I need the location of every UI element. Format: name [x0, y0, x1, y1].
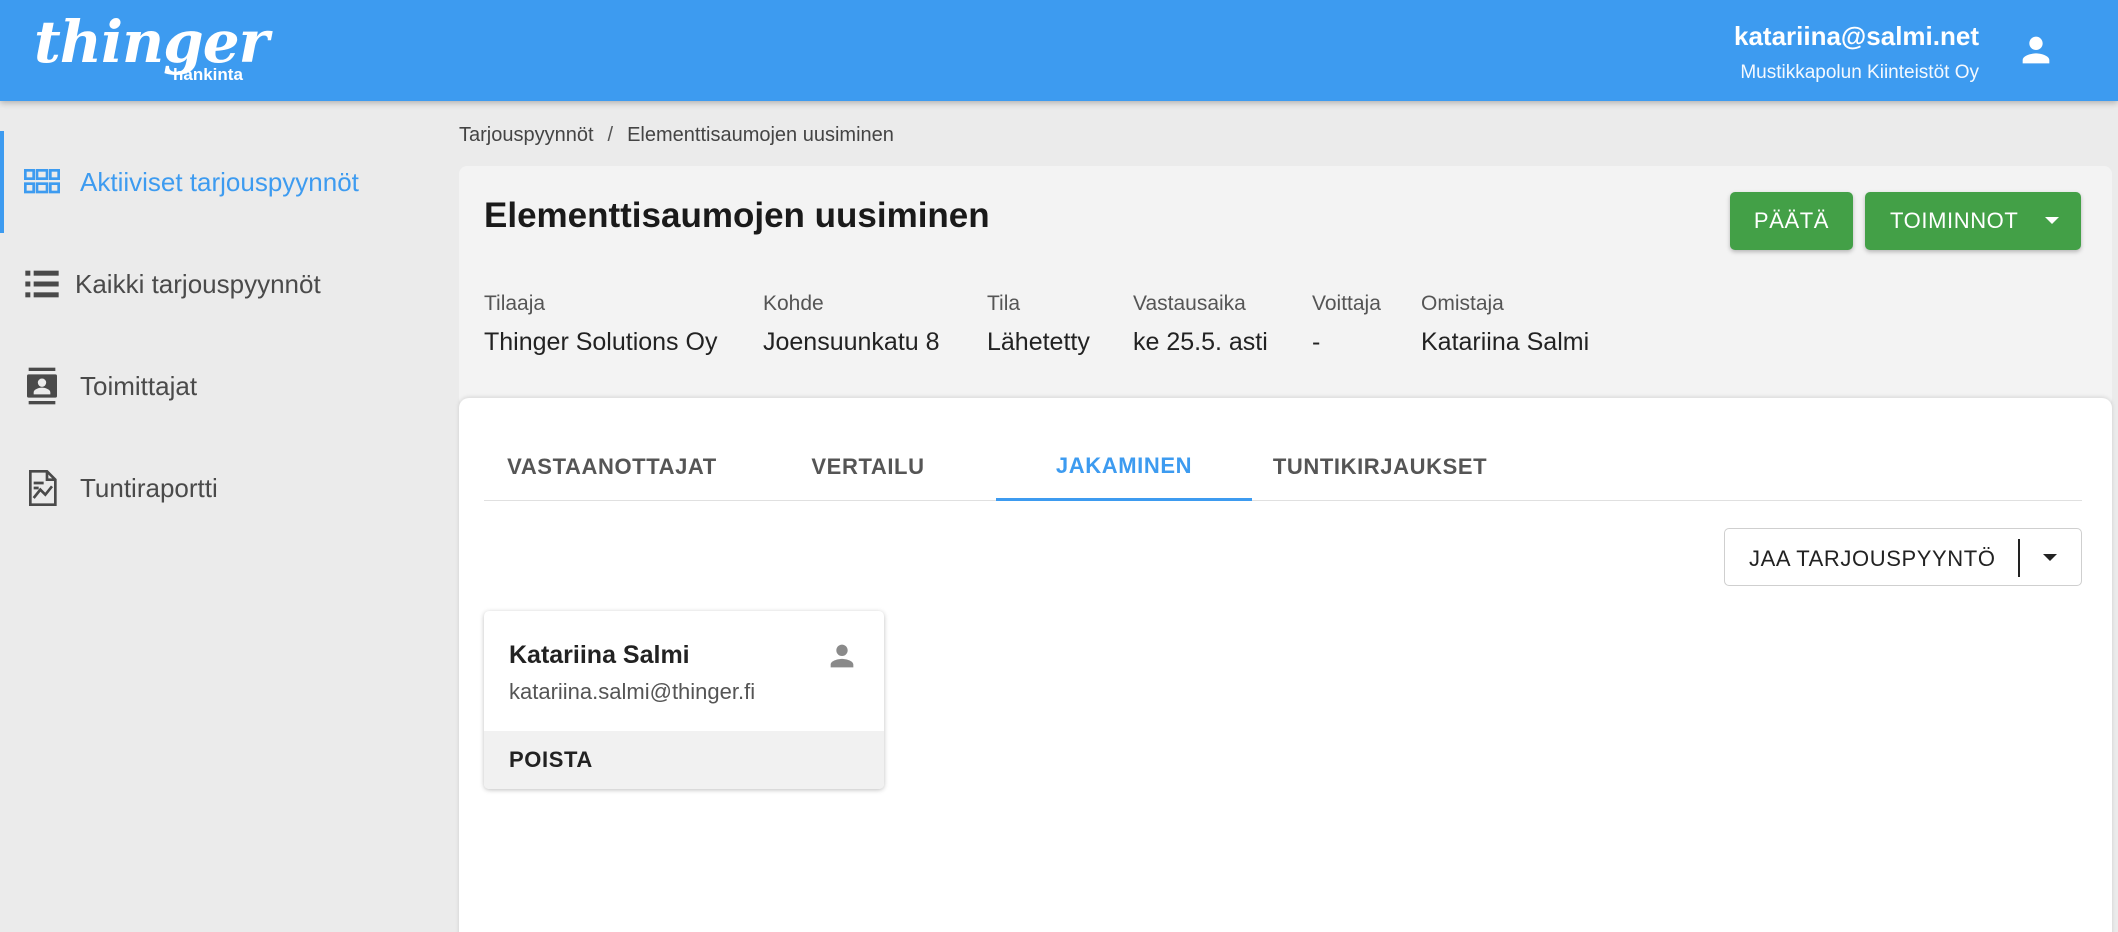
- share-request-button[interactable]: JAA TARJOUSPYYNTÖ: [1749, 546, 1996, 572]
- meta-value: Katariina Salmi: [1421, 328, 1590, 356]
- page-title: Elementtisaumojen uusiminen: [484, 196, 990, 235]
- caret-down-icon[interactable]: [2043, 554, 2057, 561]
- user-organization: Mustikkapolun Kiinteistöt Oy: [1740, 62, 1979, 83]
- tab-hour-entries[interactable]: TUNTIKIRJAUKSET: [1252, 433, 1508, 501]
- sidebar-item-active-requests[interactable]: Aktiiviset tarjouspyynnöt: [0, 131, 440, 233]
- app-header: thinger hankinta katariina@salmi.net Mus…: [0, 0, 2118, 101]
- contacts-icon: [27, 367, 57, 405]
- meta-winner: Voittaja -: [1312, 292, 1381, 357]
- meta-label: Omistaja: [1421, 292, 1504, 315]
- request-summary-card: Elementtisaumojen uusiminen PÄÄTÄ TOIMIN…: [459, 166, 2112, 406]
- tab-panel: VASTAANOTTAJAT VERTAILU JAKAMINEN TUNTIK…: [459, 398, 2112, 932]
- decide-button[interactable]: PÄÄTÄ: [1730, 192, 1853, 250]
- remove-user-button[interactable]: POISTA: [484, 731, 884, 789]
- tab-label: JAKAMINEN: [1055, 452, 1193, 478]
- tab-sharing[interactable]: JAKAMINEN: [996, 433, 1252, 501]
- actions-dropdown-button[interactable]: TOIMINNOT: [1865, 192, 2081, 250]
- report-chart-icon: [29, 470, 57, 506]
- logo-subtext: hankinta: [173, 65, 243, 84]
- meta-label: Vastausaika: [1133, 292, 1246, 315]
- person-icon: [830, 644, 854, 668]
- tab-label: VASTAANOTTAJAT: [507, 454, 717, 479]
- meta-deadline: Vastausaika ke 25.5. asti: [1133, 292, 1268, 357]
- account-icon[interactable]: [2016, 30, 2056, 70]
- user-info: katariina@salmi.net Mustikkapolun Kiinte…: [1734, 20, 1979, 84]
- actions-button-label: TOIMINNOT: [1890, 208, 2019, 233]
- meta-label: Tilaaja: [484, 292, 546, 315]
- sidebar-item-label: Kaikki tarjouspyynnöt: [75, 268, 321, 299]
- sidebar-item-label: Toimittajat: [80, 370, 198, 401]
- sidebar-item-suppliers[interactable]: Toimittajat: [0, 335, 440, 437]
- meta-value: Thinger Solutions Oy: [484, 328, 718, 356]
- meta-label: Tila: [987, 292, 1021, 315]
- decide-button-label: PÄÄTÄ: [1753, 208, 1830, 233]
- meta-value: ke 25.5. asti: [1133, 328, 1268, 356]
- meta-label: Voittaja: [1312, 292, 1381, 315]
- meta-target: Kohde Joensuunkatu 8: [763, 292, 940, 357]
- tab-label: TUNTIKIRJAUKSET: [1272, 454, 1488, 479]
- tab-label: VERTAILU: [811, 454, 925, 479]
- sidebar: Aktiiviset tarjouspyynnöt Kaikki tarjous…: [0, 101, 440, 932]
- breadcrumb-separator: /: [607, 124, 614, 146]
- tab-bar: VASTAANOTTAJAT VERTAILU JAKAMINEN TUNTIK…: [484, 433, 2082, 501]
- sidebar-item-label: Aktiiviset tarjouspyynnöt: [80, 166, 359, 197]
- meta-label: Kohde: [763, 292, 824, 315]
- grid-icon: [24, 169, 60, 194]
- list-icon: [25, 270, 59, 298]
- meta-status: Tila Lähetetty: [987, 292, 1090, 357]
- user-email: katariina@salmi.net: [1733, 21, 1979, 51]
- meta-value: Joensuunkatu 8: [763, 328, 940, 356]
- caret-down-icon: [2045, 217, 2059, 224]
- meta-value: -: [1312, 328, 1321, 356]
- sidebar-item-label: Tuntiraportti: [80, 472, 218, 503]
- logo[interactable]: thinger hankinta: [34, 10, 269, 84]
- meta-orderer: Tilaaja Thinger Solutions Oy: [484, 292, 717, 357]
- split-divider: [2018, 539, 2020, 577]
- tab-comparison[interactable]: VERTAILU: [740, 433, 996, 501]
- sidebar-item-all-requests[interactable]: Kaikki tarjouspyynnöt: [0, 233, 440, 335]
- breadcrumb-root-link[interactable]: Tarjouspyynnöt: [459, 124, 594, 147]
- shared-user-card: Katariina Salmi katariina.salmi@thinger.…: [484, 611, 884, 789]
- sidebar-item-hour-report[interactable]: Tuntiraportti: [0, 437, 440, 539]
- breadcrumb-current: Elementtisaumojen uusiminen: [627, 124, 894, 146]
- shared-user-email: katariina.salmi@thinger.fi: [509, 679, 756, 704]
- shared-user-name: Katariina Salmi: [509, 641, 690, 669]
- tab-recipients[interactable]: VASTAANOTTAJAT: [484, 433, 740, 501]
- meta-owner: Omistaja Katariina Salmi: [1421, 292, 1589, 357]
- meta-value: Lähetetty: [987, 328, 1090, 356]
- breadcrumb: Tarjouspyynnöt / Elementtisaumojen uusim…: [459, 124, 894, 147]
- share-request-split-button: JAA TARJOUSPYYNTÖ: [1724, 528, 2082, 586]
- remove-button-label: POISTA: [509, 747, 593, 772]
